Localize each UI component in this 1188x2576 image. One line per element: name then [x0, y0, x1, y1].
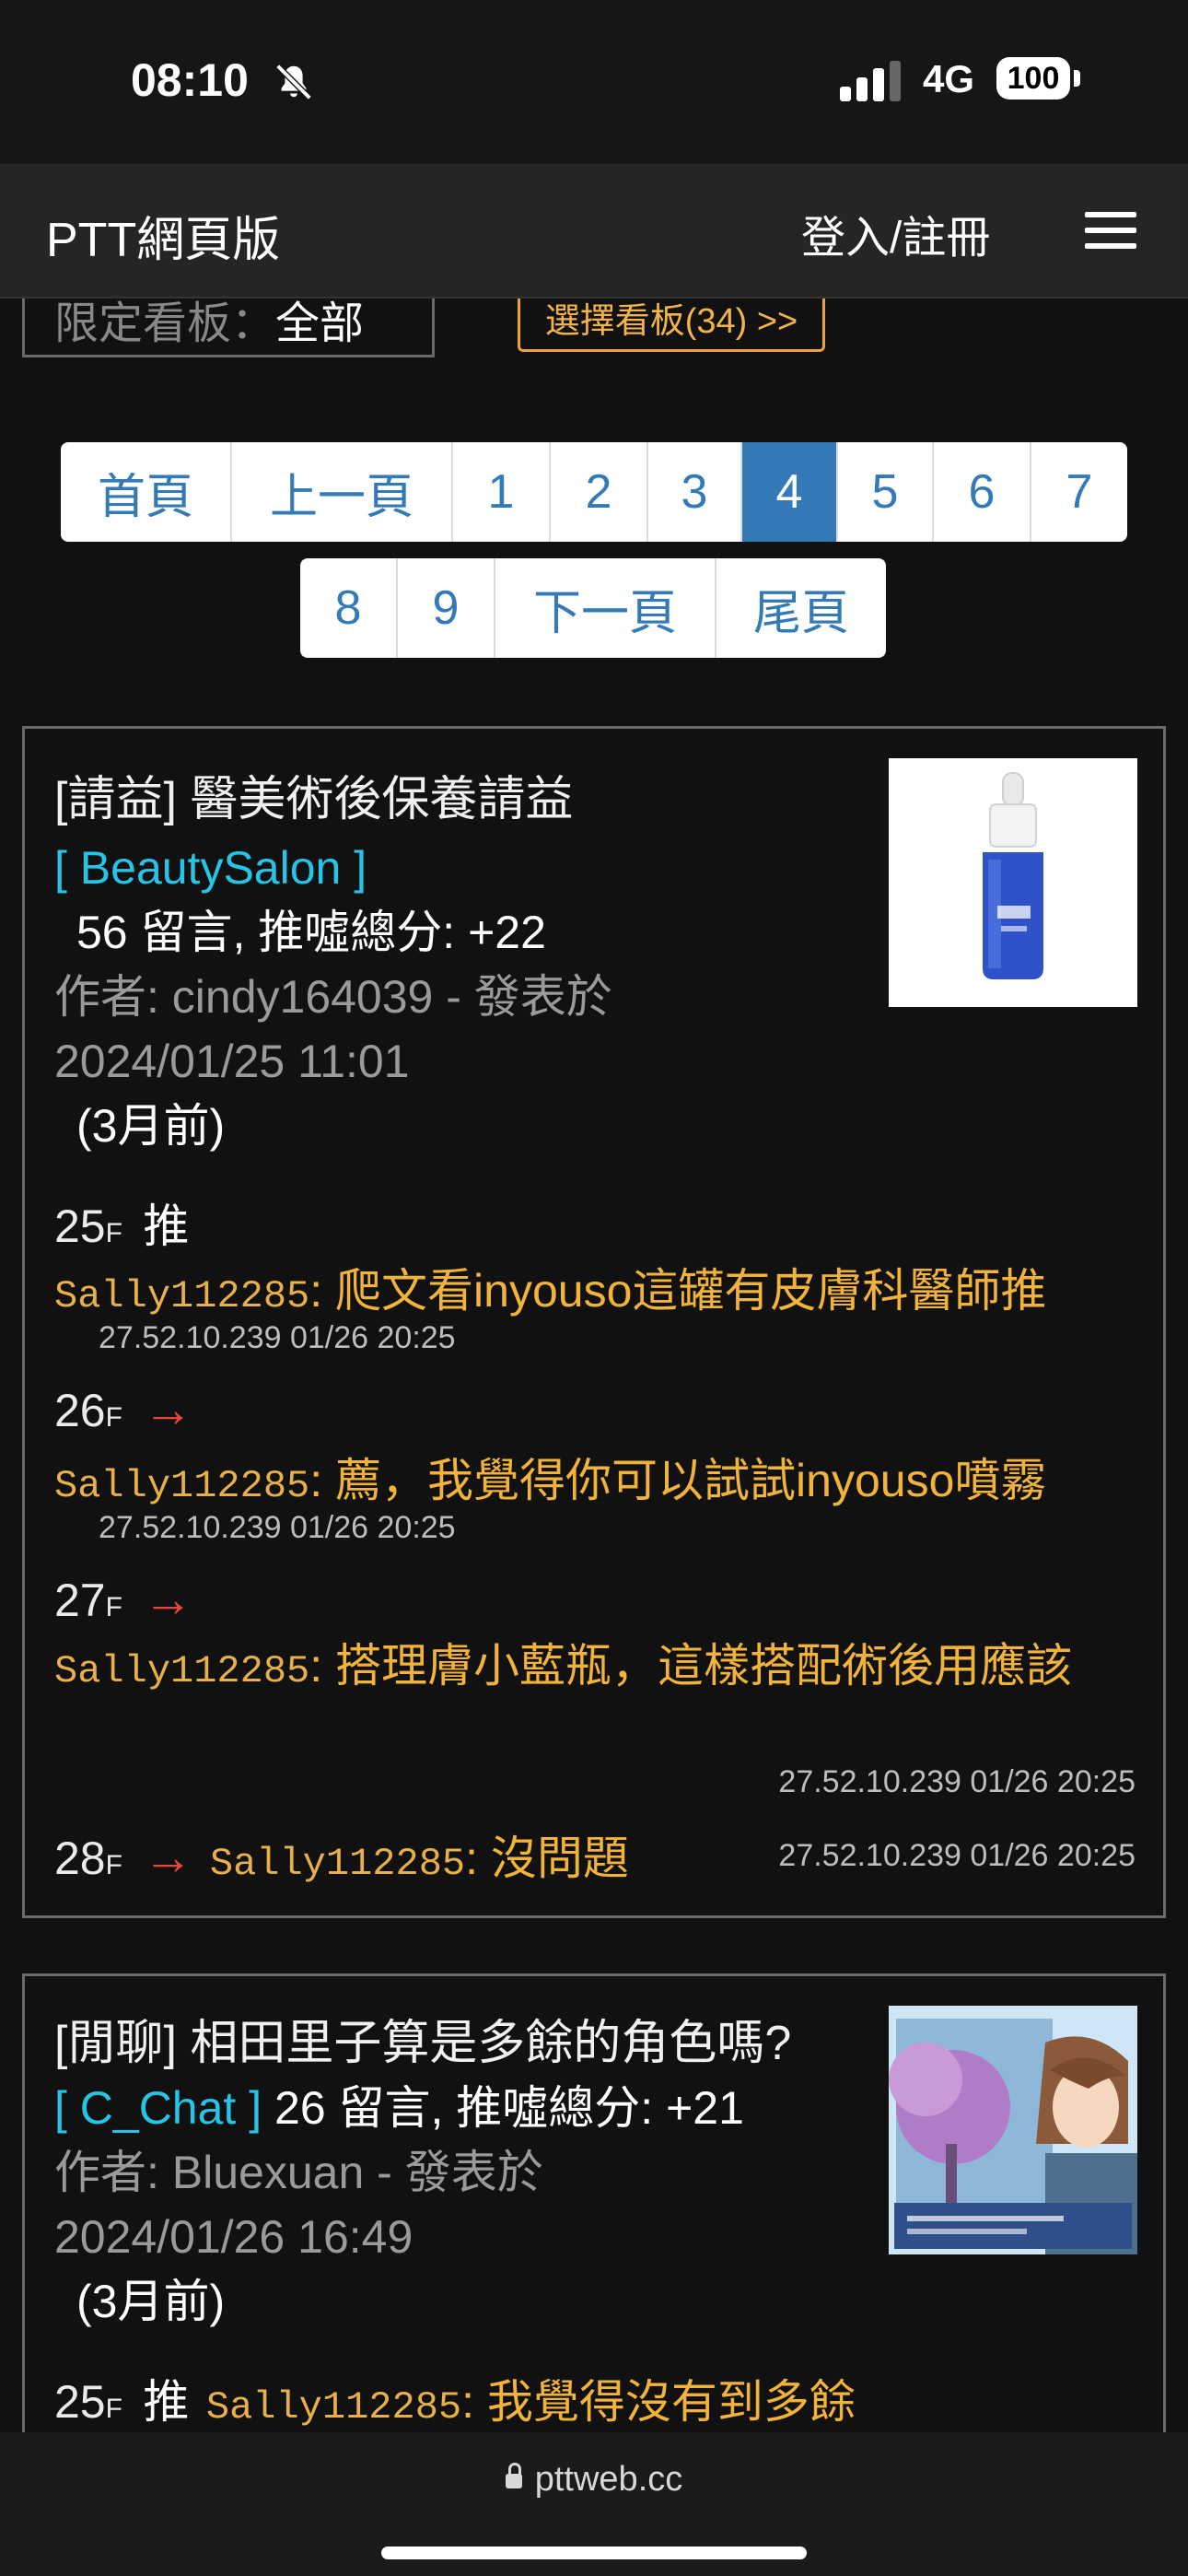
- status-bar: 08:10 4G 100: [0, 0, 1188, 164]
- address-bar[interactable]: pttweb.cc: [0, 2460, 1188, 2500]
- page-9[interactable]: 9: [398, 558, 495, 658]
- push-floor: 27F: [54, 1575, 122, 1626]
- hamburger-menu-icon[interactable]: [1085, 212, 1136, 249]
- push-body: Sally112285: 搭理膚小藍瓶，這樣搭配術後用應該: [54, 1635, 1141, 1708]
- board-filter-value: 全部: [275, 299, 365, 348]
- login-register-link[interactable]: 登入/註冊: [801, 201, 990, 265]
- battery-tip: [1074, 70, 1080, 87]
- push-content: : 爬文看inyouso這罐有皮膚科醫師推: [309, 1265, 1047, 1317]
- push-ip-time: 27.52.10.239 01/26 20:25: [99, 1320, 456, 1355]
- url-text: pttweb.cc: [534, 2460, 683, 2499]
- push-floor: 25F: [54, 1200, 122, 1252]
- pagination-row-2: 8 9 下一頁 尾頁: [300, 558, 886, 658]
- home-indicator[interactable]: [381, 2547, 807, 2559]
- bell-muted-icon: [275, 64, 312, 100]
- page-prev[interactable]: 上一頁: [232, 442, 453, 542]
- lock-icon: [505, 2463, 522, 2488]
- post-age: (3月前): [76, 1100, 226, 1152]
- push-arrow-icon: →: [143, 1830, 193, 1885]
- post-title[interactable]: [請益] 醫美術後保養請益: [54, 760, 573, 829]
- site-brand[interactable]: PTT網頁版: [46, 201, 280, 270]
- page-next[interactable]: 下一頁: [495, 558, 716, 658]
- push-arrow-icon: →: [143, 1572, 193, 1627]
- post-date: 2024/01/25 11:01: [54, 1036, 410, 1087]
- cellular-signal-icon: [840, 61, 901, 101]
- push-item: 26F →: [54, 1381, 192, 1438]
- push-tag: 推: [143, 2376, 190, 2428]
- page-2[interactable]: 2: [551, 442, 648, 542]
- post-card[interactable]: [請益] 醫美術後保養請益 [ BeautySalon ] 56 留言, 推噓總…: [22, 726, 1166, 1918]
- push-content: : 搭理膚小藍瓶，這樣搭配術後用應該: [309, 1640, 1073, 1692]
- post-comment-score: 26 留言, 推噓總分: +21: [274, 2082, 744, 2134]
- page-7[interactable]: 7: [1031, 442, 1127, 542]
- push-ip-time: 27.52.10.239 01/26 20:25: [778, 1838, 1136, 1873]
- board-filter-label: 限定看板：: [54, 299, 276, 348]
- push-item: 25F 推 Sally112285: 我覺得沒有到多餘: [54, 2365, 856, 2431]
- page-1[interactable]: 1: [453, 442, 551, 542]
- push-item: 28F → Sally112285: 沒問題: [54, 1821, 629, 1888]
- battery-icon: 100: [996, 57, 1081, 101]
- push-user[interactable]: Sally112285: [54, 1274, 309, 1318]
- post-board-link[interactable]: [ BeautySalon ]: [54, 842, 367, 894]
- post-meta: [ BeautySalon ] 56 留言, 推噓總分: +22 作者: cin…: [54, 836, 865, 1158]
- push-item: 25F 推: [54, 1189, 189, 1256]
- push-floor: 28F: [54, 1832, 122, 1884]
- push-content: : 我覺得沒有到多餘: [461, 2376, 856, 2428]
- page-last[interactable]: 尾頁: [716, 558, 886, 658]
- post-board-link[interactable]: [ C_Chat ]: [54, 2082, 262, 2134]
- serum-bottle-image: [889, 758, 1137, 1007]
- post-title[interactable]: [閒聊] 相田里子算是多餘的角色嗎?: [54, 2004, 791, 2073]
- post-date: 2024/01/26 16:49: [54, 2211, 413, 2263]
- push-ip-time: 27.52.10.239 01/26 20:25: [99, 1510, 456, 1545]
- push-floor: 25F: [54, 2376, 122, 2428]
- pagination-row-1: 首頁 上一頁 1 2 3 4 5 6 7: [61, 442, 1127, 542]
- post-author: 作者: Bluexuan - 發表於: [54, 2147, 543, 2198]
- battery-level: 100: [996, 57, 1070, 100]
- push-content: : 沒問題: [465, 1832, 629, 1884]
- clock: 08:10: [131, 54, 249, 106]
- post-age: (3月前): [76, 2276, 226, 2327]
- push-ip-time: 27.52.10.239 01/26 20:25: [778, 1764, 1136, 1799]
- push-user[interactable]: Sally112285: [54, 1649, 309, 1693]
- top-navbar: PTT網頁版 登入/註冊: [0, 164, 1188, 299]
- browser-bottom-bar: pttweb.cc: [0, 2432, 1188, 2576]
- post-comment-score: 56 留言, 推噓總分: +22: [76, 907, 546, 958]
- push-arrow-icon: →: [143, 1382, 193, 1437]
- push-content: : 薦，我覺得你可以試試inyouso噴霧: [309, 1455, 1047, 1506]
- push-body: Sally112285: 爬文看inyouso這罐有皮膚科醫師推: [54, 1254, 1046, 1320]
- push-user[interactable]: Sally112285: [210, 1842, 465, 1886]
- page-4-current[interactable]: 4: [742, 442, 838, 542]
- push-item: 27F →: [54, 1571, 192, 1628]
- page-first[interactable]: 首頁: [61, 442, 232, 542]
- push-user[interactable]: Sally112285: [206, 2385, 461, 2430]
- network-type: 4G: [923, 57, 975, 100]
- post-card[interactable]: [閒聊] 相田里子算是多餘的角色嗎? [ C_Chat ] 26 留言, 推噓總…: [22, 1973, 1166, 2453]
- page-3[interactable]: 3: [648, 442, 742, 542]
- page-6[interactable]: 6: [934, 442, 1031, 542]
- push-floor: 26F: [54, 1385, 122, 1436]
- page-5[interactable]: 5: [838, 442, 934, 542]
- push-tag: 推: [143, 1200, 190, 1252]
- post-thumbnail[interactable]: [889, 758, 1137, 1007]
- page-8[interactable]: 8: [300, 558, 398, 658]
- anime-character-image: [889, 2006, 1137, 2254]
- push-user[interactable]: Sally112285: [54, 1464, 309, 1508]
- post-meta: [ C_Chat ] 26 留言, 推噓總分: +21 作者: Bluexuan…: [54, 2076, 865, 2334]
- push-body: Sally112285: 薦，我覺得你可以試試inyouso噴霧: [54, 1444, 1046, 1510]
- post-thumbnail[interactable]: [889, 2006, 1137, 2254]
- post-author: 作者: cindy164039 - 發表於: [54, 971, 612, 1023]
